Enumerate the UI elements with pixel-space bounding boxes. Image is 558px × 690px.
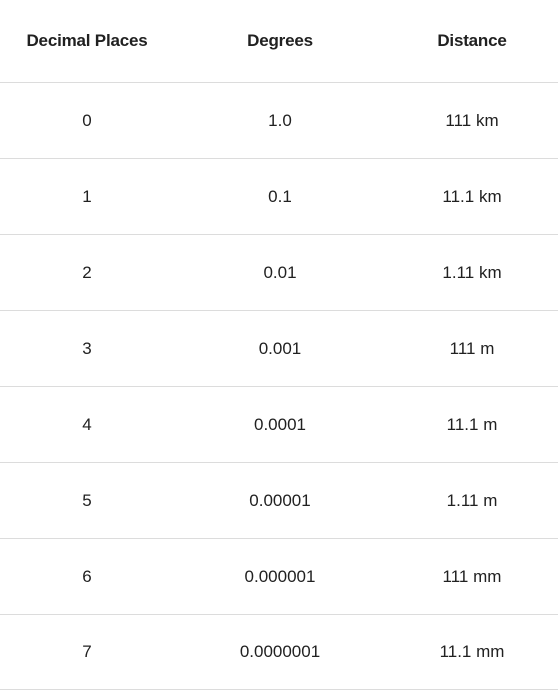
decimal-places-cell: 5: [0, 462, 174, 539]
table-row: 7 0.0000001 11.1 mm: [0, 614, 558, 690]
distance-cell: 11.1 m: [386, 386, 558, 463]
table-header: Decimal Places Degrees Distance: [0, 0, 558, 83]
distance-cell: 1.11 km: [386, 234, 558, 311]
degrees-cell: 0.0000001: [174, 614, 386, 690]
distance-cell: 11.1 mm: [386, 614, 558, 690]
decimal-places-cell: 7: [0, 614, 174, 690]
header-decimal-places: Decimal Places: [0, 0, 174, 83]
header-row: Decimal Places Degrees Distance: [0, 0, 558, 83]
distance-cell: 1.11 m: [386, 462, 558, 539]
decimal-places-cell: 1: [0, 158, 174, 235]
distance-cell: 111 km: [386, 82, 558, 159]
table-row: 2 0.01 1.11 km: [0, 234, 558, 311]
decimal-places-cell: 4: [0, 386, 174, 463]
decimal-places-cell: 0: [0, 82, 174, 159]
table-row: 1 0.1 11.1 km: [0, 158, 558, 235]
table-row: 6 0.000001 111 mm: [0, 538, 558, 615]
decimal-places-cell: 3: [0, 310, 174, 387]
table-body: 0 1.0 111 km 1 0.1 11.1 km 2 0.01 1.11 k…: [0, 82, 558, 690]
degrees-cell: 0.001: [174, 310, 386, 387]
degrees-cell: 0.000001: [174, 538, 386, 615]
degrees-cell: 0.00001: [174, 462, 386, 539]
table-row: 4 0.0001 11.1 m: [0, 386, 558, 463]
table-row: 0 1.0 111 km: [0, 82, 558, 159]
decimal-places-cell: 2: [0, 234, 174, 311]
table-row: 5 0.00001 1.11 m: [0, 462, 558, 539]
table-row: 3 0.001 111 m: [0, 310, 558, 387]
degrees-cell: 0.0001: [174, 386, 386, 463]
distance-cell: 111 m: [386, 310, 558, 387]
header-distance: Distance: [386, 0, 558, 83]
degrees-cell: 0.01: [174, 234, 386, 311]
distance-cell: 11.1 km: [386, 158, 558, 235]
degrees-cell: 0.1: [174, 158, 386, 235]
precision-table: Decimal Places Degrees Distance 0 1.0 11…: [0, 0, 558, 690]
decimal-places-cell: 6: [0, 538, 174, 615]
degrees-cell: 1.0: [174, 82, 386, 159]
distance-cell: 111 mm: [386, 538, 558, 615]
header-degrees: Degrees: [174, 0, 386, 83]
